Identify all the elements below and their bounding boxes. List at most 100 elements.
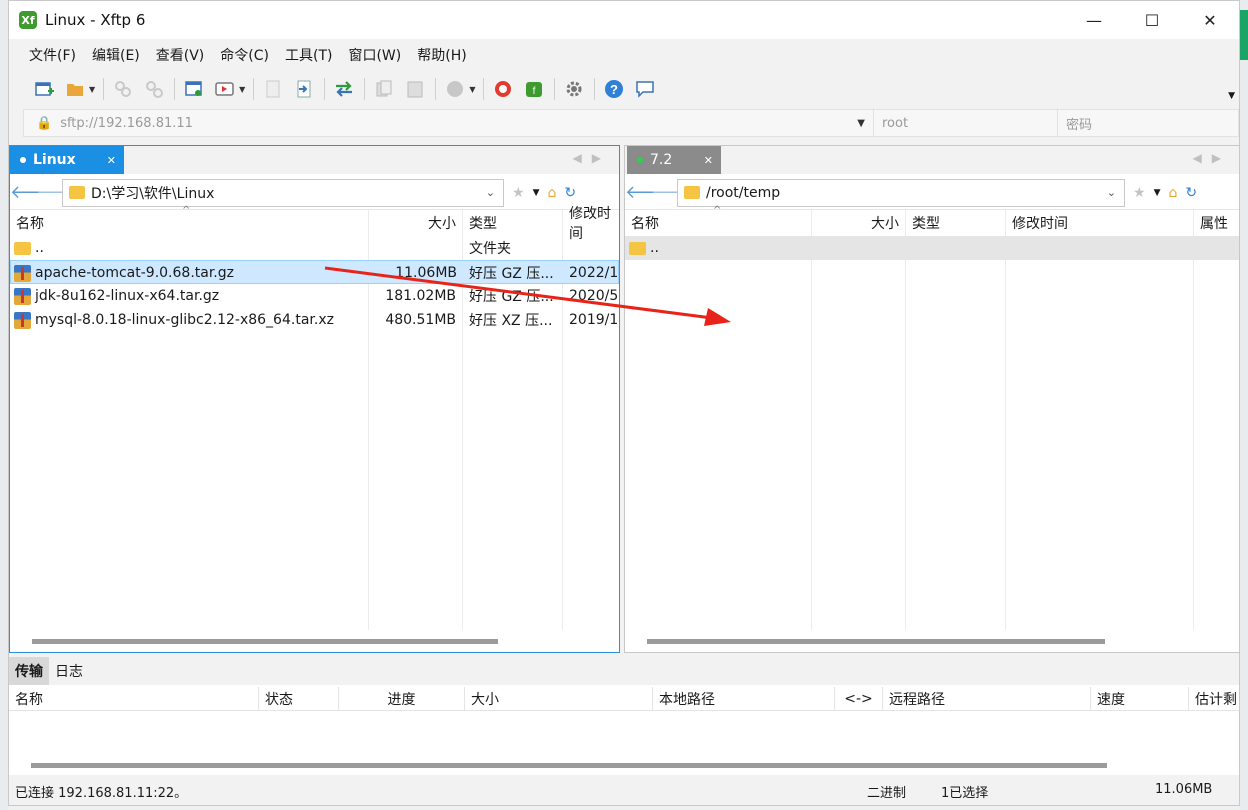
xftp-icon[interactable]: f xyxy=(523,78,545,100)
password-input[interactable]: 密码 xyxy=(1058,110,1238,136)
back-arrow-icon[interactable]: 🡐 xyxy=(10,182,58,203)
refresh-icon[interactable]: ↻ xyxy=(1185,185,1197,201)
remote-path-input[interactable]: /root/temp ⌄ xyxy=(677,178,1125,207)
new-session-icon[interactable] xyxy=(33,78,55,100)
menu-bar: 文件(F) 编辑(E) 查看(V) 命令(C) 工具(T) 窗口(W) 帮助(H… xyxy=(9,41,1239,69)
column-progress[interactable]: 进度 xyxy=(339,687,465,711)
close-tab-icon[interactable]: ✕ xyxy=(107,154,116,167)
transfer-horizontal-scrollbar[interactable] xyxy=(31,763,1107,768)
column-name[interactable]: 名称 xyxy=(9,687,259,711)
tab-local-linux[interactable]: Linux ✕ xyxy=(10,146,124,174)
back-arrow-icon[interactable]: 🡐 xyxy=(625,182,673,203)
remote-nav-tools: ★ ▼ ⌂ ↻ xyxy=(1133,185,1205,201)
path-dropdown-icon[interactable]: ⌄ xyxy=(1107,186,1116,199)
log-dropdown-icon[interactable]: ▼ xyxy=(239,85,245,94)
column-type[interactable]: 类型 xyxy=(906,210,1006,236)
sort-ascending-icon: ^ xyxy=(182,205,191,216)
refresh-icon[interactable]: ↻ xyxy=(564,185,576,201)
log-icon[interactable] xyxy=(214,78,236,100)
app-logo-icon: Xf xyxy=(19,11,37,29)
bookmark-star-icon[interactable]: ★ xyxy=(1133,185,1146,201)
remote-column-headers: 名称 ^ 大小 类型 修改时间 属性 xyxy=(625,205,1241,236)
background-app-strip xyxy=(1240,10,1248,60)
home-folder-icon[interactable]: ⌂ xyxy=(547,185,556,201)
toolbar-separator xyxy=(554,78,556,100)
forward-arrow-icon[interactable]: 🡒 xyxy=(36,182,84,203)
transfer-file-icon[interactable] xyxy=(293,78,315,100)
tab-transfer[interactable]: 传输 xyxy=(9,657,49,685)
column-status[interactable]: 状态 xyxy=(259,687,339,711)
file-name: jdk-8u162-linux-x64.tar.gz xyxy=(35,288,220,304)
menu-command[interactable]: 命令(C) xyxy=(220,45,269,65)
column-modified[interactable]: 修改时间 xyxy=(1006,210,1194,236)
menu-view[interactable]: 查看(V) xyxy=(156,45,205,65)
local-file-list: .. 文件夹 apache-tomcat-9.0.68.tar.gz 11.06… xyxy=(10,236,619,332)
column-remote-path[interactable]: 远程路径 xyxy=(883,687,1091,711)
toolbar-overflow-icon[interactable]: ▼ xyxy=(1228,91,1235,101)
tab-scroll-arrows[interactable]: ◀▶ xyxy=(573,151,611,165)
tab-log[interactable]: 日志 xyxy=(49,657,89,685)
file-name-cell: mysql-8.0.18-linux-glibc2.12-x86_64.tar.… xyxy=(14,308,364,332)
column-type[interactable]: 类型 xyxy=(463,210,563,236)
open-folder-icon[interactable] xyxy=(64,78,86,100)
column-attributes[interactable]: 属性 xyxy=(1194,210,1241,236)
file-name-cell: apache-tomcat-9.0.68.tar.gz xyxy=(14,261,364,285)
bookmark-dropdown-icon[interactable]: ▼ xyxy=(533,188,540,198)
local-path-input[interactable]: D:\学习\软件\Linux ⌄ xyxy=(62,178,504,207)
sync-icon[interactable] xyxy=(333,78,355,100)
open-dropdown-icon[interactable]: ▼ xyxy=(89,85,95,94)
forward-arrow-icon[interactable]: 🡒 xyxy=(651,182,699,203)
bookmark-star-icon[interactable]: ★ xyxy=(512,185,525,201)
tab-scroll-arrows[interactable]: ◀▶ xyxy=(1193,151,1231,165)
column-direction[interactable]: <-> xyxy=(835,687,883,711)
file-row[interactable]: mysql-8.0.18-linux-glibc2.12-x86_64.tar.… xyxy=(10,308,619,332)
menu-help[interactable]: 帮助(H) xyxy=(417,45,466,65)
file-row[interactable]: jdk-8u162-linux-x64.tar.gz 181.02MB 好压 G… xyxy=(10,284,619,308)
local-path: D:\学习\软件\Linux xyxy=(91,185,215,202)
host-dropdown-icon[interactable]: ▼ xyxy=(857,118,865,129)
file-modified: 2022/1 xyxy=(569,265,619,281)
help-icon[interactable]: ? xyxy=(603,78,625,100)
file-type: 好压 XZ 压... xyxy=(469,313,553,329)
bookmark-dropdown-icon[interactable]: ▼ xyxy=(1154,188,1161,198)
xshell-icon[interactable] xyxy=(492,78,514,100)
tab-remote-7-2[interactable]: 7.2 ✕ xyxy=(627,146,721,174)
column-name[interactable]: 名称 ^ xyxy=(625,205,812,236)
local-horizontal-scrollbar[interactable] xyxy=(32,639,498,644)
column-local-path[interactable]: 本地路径 xyxy=(653,687,835,711)
column-divider xyxy=(1193,210,1194,630)
column-size[interactable]: 大小 xyxy=(465,687,653,711)
minimize-button[interactable]: — xyxy=(1065,1,1123,39)
file-row-selected[interactable]: apache-tomcat-9.0.68.tar.gz 11.06MB 好压 G… xyxy=(10,260,619,284)
background-edge-left xyxy=(0,0,8,810)
username-input[interactable]: root xyxy=(874,110,1058,136)
toolbar-separator xyxy=(483,78,485,100)
column-size[interactable]: 大小 xyxy=(812,210,906,236)
column-speed[interactable]: 速度 xyxy=(1091,687,1189,711)
host-input[interactable]: 🔒 sftp://192.168.81.11 ▼ xyxy=(24,110,874,136)
column-eta[interactable]: 估计剩 xyxy=(1189,687,1241,711)
menu-file[interactable]: 文件(F) xyxy=(29,45,76,65)
menu-window[interactable]: 窗口(W) xyxy=(348,45,401,65)
maximize-button[interactable]: ☐ xyxy=(1123,1,1181,39)
column-modified[interactable]: 修改时间 xyxy=(563,206,621,242)
column-size[interactable]: 大小 xyxy=(369,210,463,236)
menu-tools[interactable]: 工具(T) xyxy=(285,45,332,65)
toolbar-separator xyxy=(435,78,437,100)
file-name-cell: .. xyxy=(629,236,809,260)
path-dropdown-icon[interactable]: ⌄ xyxy=(486,186,495,199)
remote-horizontal-scrollbar[interactable] xyxy=(647,639,1105,644)
menu-edit[interactable]: 编辑(E) xyxy=(92,45,140,65)
archive-icon xyxy=(14,287,31,305)
toolbar-separator xyxy=(174,78,176,100)
home-folder-icon[interactable]: ⌂ xyxy=(1168,185,1177,201)
close-tab-icon[interactable]: ✕ xyxy=(704,154,713,167)
column-divider xyxy=(1005,210,1006,630)
close-window-button[interactable]: ✕ xyxy=(1181,1,1239,39)
settings-icon[interactable] xyxy=(563,78,585,100)
properties-icon[interactable] xyxy=(183,78,205,100)
chat-icon[interactable] xyxy=(634,78,656,100)
column-name[interactable]: 名称 ^ xyxy=(10,205,369,236)
file-row-parent[interactable]: .. xyxy=(625,236,1239,260)
file-row-parent[interactable]: .. 文件夹 xyxy=(10,236,619,260)
